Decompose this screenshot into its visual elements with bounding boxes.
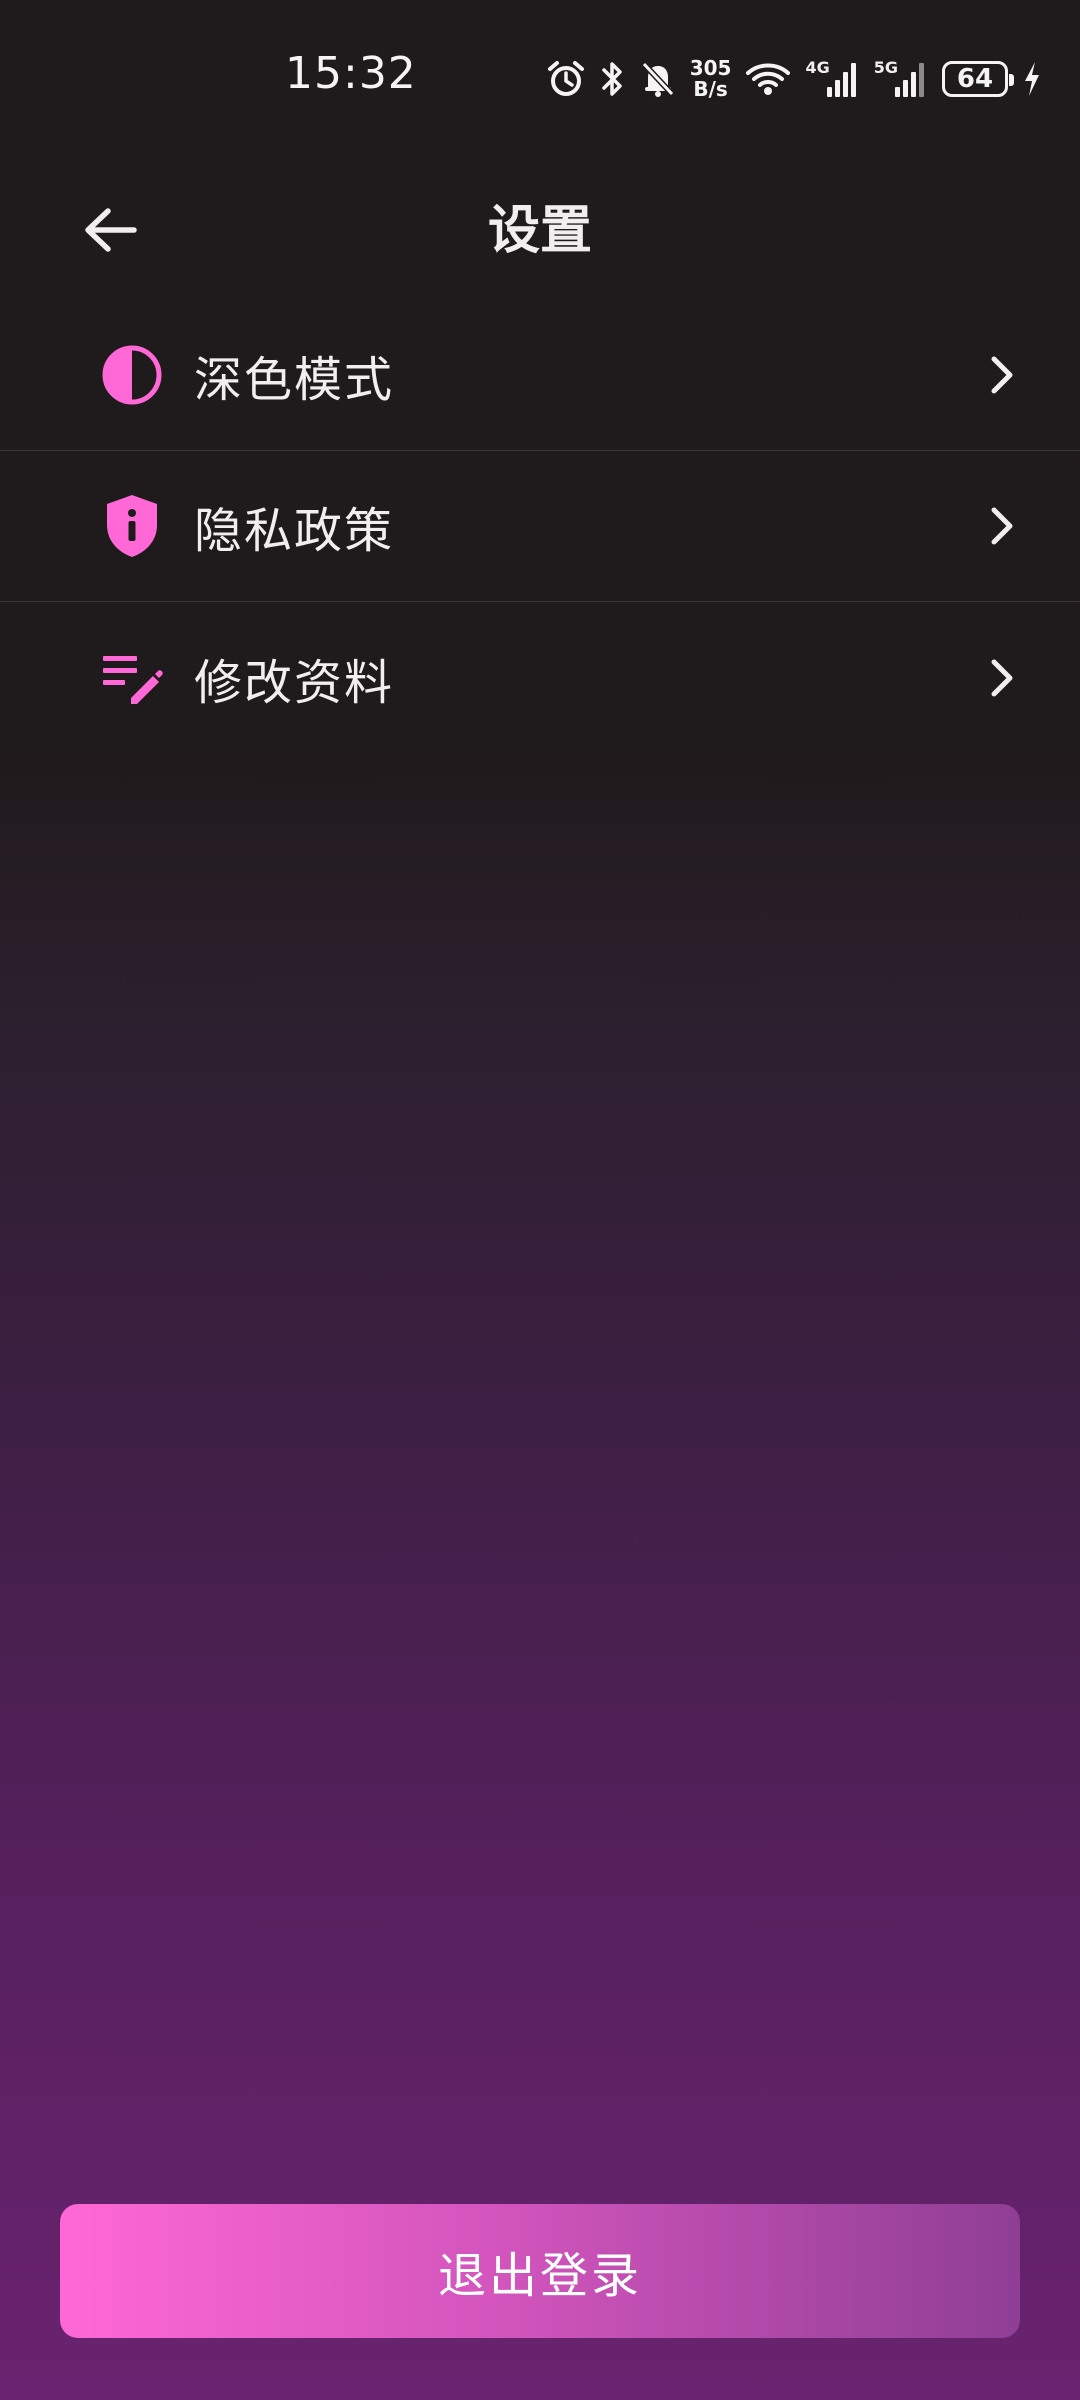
network-speed-value: 305 — [689, 56, 732, 80]
menu-item-privacy-policy[interactable]: 隐私政策 — [0, 451, 1080, 602]
battery-level: 64 — [956, 64, 994, 94]
wifi-icon — [745, 61, 791, 97]
signal-5g: 5G — [873, 57, 928, 97]
alarm-icon — [546, 59, 586, 99]
menu-item-dark-mode[interactable]: 深色模式 — [0, 300, 1080, 451]
network-speed: 305 B/s — [690, 58, 732, 100]
charging-icon — [1022, 60, 1042, 98]
shield-info-icon — [100, 494, 164, 558]
status-time: 15:32 — [285, 48, 417, 99]
bluetooth-icon — [600, 60, 626, 98]
network-speed-unit: B/s — [693, 77, 728, 101]
signal-icon — [826, 63, 856, 97]
menu-item-edit-profile[interactable]: 修改资料 — [0, 602, 1080, 754]
page-title: 设置 — [487, 201, 592, 261]
mute-icon — [640, 60, 676, 98]
status-bar: 15:32 305 B/s 4G 5G 64 — [0, 0, 1080, 160]
chevron-right-icon — [982, 501, 1022, 551]
status-icons: 305 B/s 4G 5G 64 — [546, 54, 1042, 104]
logout-button[interactable]: 退出登录 — [60, 2204, 1020, 2338]
battery-icon: 64 — [942, 61, 1014, 97]
header: 设置 — [0, 160, 1080, 300]
menu-item-label: 隐私政策 — [194, 503, 395, 559]
chevron-right-icon — [982, 350, 1022, 400]
half-circle-contrast-icon — [100, 343, 164, 407]
signal-icon — [895, 63, 924, 97]
settings-menu: 深色模式 隐私政策 修改资料 — [0, 300, 1080, 754]
edit-list-icon — [100, 646, 164, 710]
chevron-right-icon — [982, 653, 1022, 703]
menu-item-label: 修改资料 — [194, 655, 395, 711]
menu-item-label: 深色模式 — [194, 352, 395, 408]
signal-4g-label: 4G — [805, 57, 830, 77]
signal-5g-label: 5G — [873, 57, 898, 77]
signal-4g: 4G — [805, 57, 859, 97]
